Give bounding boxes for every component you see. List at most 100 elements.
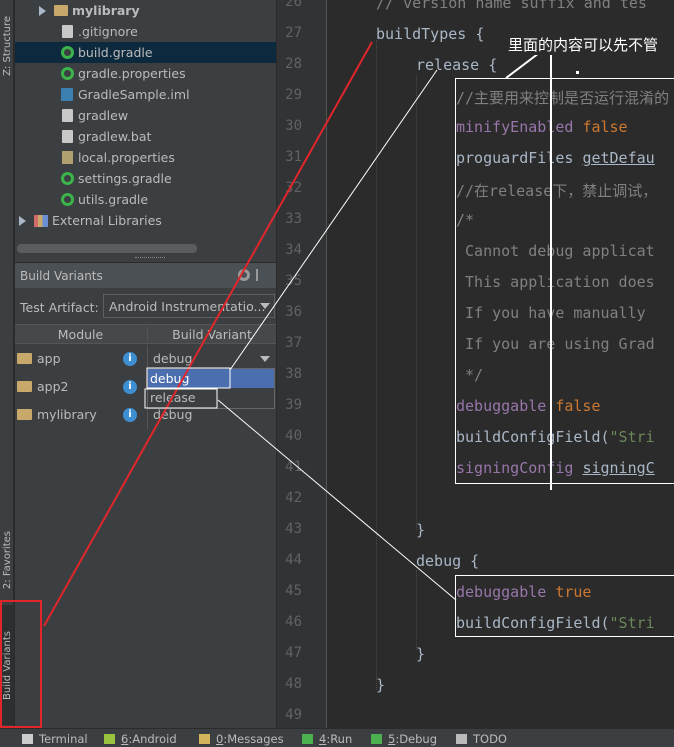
tree-item[interactable]: utils.gradle (15, 189, 276, 210)
build-variants-tab-label: Build Variants (1, 630, 13, 700)
tree-item-label: GradleSample.iml (78, 87, 190, 102)
tree-item[interactable]: settings.gradle (15, 168, 276, 189)
build-variant-dropdown[interactable]: debug release (147, 368, 275, 409)
terminal-icon (22, 734, 33, 744)
run-icon (302, 734, 313, 744)
file-icon (60, 25, 74, 39)
line-number: 35 (285, 273, 302, 289)
tree-item[interactable]: mylibrary (15, 0, 276, 21)
code-line[interactable]: } (376, 676, 385, 694)
line-number: 32 (285, 180, 302, 196)
tree-item[interactable]: local.properties (15, 147, 276, 168)
line-number: 39 (285, 397, 302, 413)
tree-item-label: mylibrary (72, 3, 140, 18)
gradle-icon (60, 46, 74, 60)
code-line[interactable]: release { (416, 56, 497, 74)
indent-guide (376, 40, 377, 690)
module-column-header: Module (57, 327, 104, 342)
tool-window-run[interactable]: 4: Run (302, 732, 352, 746)
tool-window-label: Terminal (39, 732, 88, 746)
tool-window-messages[interactable]: 0: Messages (199, 732, 284, 746)
line-number: 26 (285, 0, 302, 10)
iml-icon (60, 88, 74, 102)
module-cell: mylibrary (17, 407, 97, 422)
dropdown-option-release[interactable]: release (148, 388, 274, 407)
info-icon[interactable]: i (123, 380, 137, 394)
build-variant-column-header: Build Variant (147, 327, 276, 342)
line-number: 41 (285, 459, 302, 475)
tree-item-label: settings.gradle (78, 171, 172, 186)
tree-item[interactable]: .gitignore (15, 21, 276, 42)
info-icon[interactable]: i (123, 352, 137, 366)
todo-icon (456, 734, 467, 744)
info-icon[interactable]: i (123, 408, 137, 422)
variants-table-header: Module Build Variant (15, 324, 276, 344)
module-folder-icon (17, 353, 32, 364)
tree-item-label: gradlew.bat (78, 129, 152, 144)
chevron-down-icon (260, 356, 270, 362)
tool-window-android[interactable]: 6: Android (104, 732, 177, 746)
tool-window-label: TODO (473, 732, 507, 746)
line-number: 44 (285, 552, 302, 568)
build-variants-tool-tab[interactable]: Build Variants (0, 605, 14, 725)
build-variants-header: Build Variants (15, 263, 276, 288)
line-number: 33 (285, 211, 302, 227)
code-line[interactable]: } (416, 645, 425, 663)
android-icon (104, 734, 115, 744)
line-number: 48 (285, 676, 302, 692)
tree-item[interactable]: gradlew (15, 105, 276, 126)
module-name: mylibrary (37, 407, 97, 422)
panel-splitter[interactable] (135, 257, 165, 260)
gear-icon[interactable] (238, 269, 250, 281)
tree-item[interactable]: GradleSample.iml (15, 84, 276, 105)
debug-icon (371, 734, 382, 744)
tree-item[interactable]: External Libraries (15, 210, 276, 231)
line-number: 29 (285, 87, 302, 103)
tool-window-todo[interactable]: TODO (456, 732, 507, 746)
indent-guide (416, 570, 417, 650)
annotation-box-release-body (455, 78, 674, 484)
code-editor[interactable]: // version name suffix and tes buildTypes… (328, 0, 674, 728)
line-number: 37 (285, 335, 302, 351)
test-artifact-select[interactable]: Android Instrumentatio... (103, 294, 275, 318)
expand-arrow-icon[interactable] (19, 215, 26, 226)
module-cell: app (17, 351, 61, 366)
tool-window-shortcut: 0 (216, 732, 224, 746)
code-line[interactable]: // version name suffix and tes (376, 0, 647, 12)
line-number: 45 (285, 583, 302, 599)
structure-tool-tab[interactable]: Z: Structure (0, 0, 14, 92)
left-tool-strip: Z: Structure 2: Favorites Build Variants (0, 0, 14, 728)
messages-icon (199, 734, 210, 744)
project-tree-panel: mylibrary .gitignore build.gradle gradle.pr… (15, 0, 276, 262)
tree-item[interactable]: gradlew.bat (15, 126, 276, 147)
tree-item[interactable]: build.gradle (15, 42, 276, 63)
line-number: 34 (285, 242, 302, 258)
test-artifact-value: Android Instrumentatio... (109, 298, 266, 314)
tool-window-label: Messages (227, 732, 284, 746)
favorites-tool-tab[interactable]: 2: Favorites (0, 520, 14, 600)
dropdown-option-debug[interactable]: debug (148, 369, 274, 388)
horizontal-scrollbar[interactable] (17, 244, 197, 253)
gradle-icon (60, 67, 74, 81)
tool-window-debug[interactable]: 5: Debug (371, 732, 437, 746)
module-name: app (37, 351, 61, 366)
code-line[interactable]: buildTypes { (376, 25, 484, 43)
file-icon (60, 130, 74, 144)
folder-icon (54, 4, 68, 18)
hide-panel-icon[interactable] (256, 269, 268, 281)
code-line[interactable]: debug { (416, 552, 479, 570)
chevron-down-icon (260, 303, 270, 309)
indent-guide (416, 75, 417, 530)
tool-window-terminal[interactable]: Terminal (22, 732, 88, 746)
line-number: 36 (285, 304, 302, 320)
line-number: 31 (285, 149, 302, 165)
tree-item-label: gradle.properties (78, 66, 186, 81)
tree-item-label: build.gradle (78, 45, 153, 60)
library-icon (34, 214, 48, 228)
tool-window-shortcut: 5 (388, 732, 396, 746)
tree-item[interactable]: gradle.properties (15, 63, 276, 84)
module-folder-icon (17, 409, 32, 420)
code-line[interactable]: } (416, 521, 425, 539)
tree-item-label: local.properties (78, 150, 175, 165)
expand-arrow-icon[interactable] (39, 5, 46, 16)
